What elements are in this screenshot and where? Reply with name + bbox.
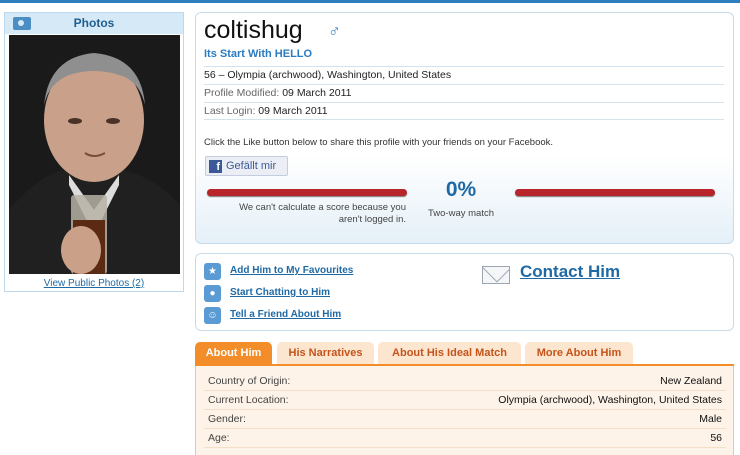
contact-him-link[interactable]: Contact Him bbox=[520, 262, 620, 282]
tab-ideal-match[interactable]: About His Ideal Match bbox=[378, 342, 521, 364]
tell-friend-link[interactable]: Tell a Friend About Him bbox=[230, 309, 341, 320]
chat-bubble-icon: ● bbox=[204, 285, 221, 302]
no-score-message: We can't calculate a score because you a… bbox=[239, 202, 406, 225]
profile-summary-row: 56 – Olympia (archwood), Washington, Uni… bbox=[204, 66, 724, 84]
people-icon: ☺ bbox=[204, 307, 221, 324]
detail-key: Country of Origin: bbox=[208, 375, 291, 387]
facebook-share-text: Click the Like button below to share thi… bbox=[204, 137, 554, 148]
top-border bbox=[0, 0, 740, 3]
detail-key: Gender: bbox=[208, 413, 246, 425]
username: coltishug bbox=[204, 16, 303, 44]
profile-photo-image bbox=[9, 35, 180, 274]
detail-key: Current Location: bbox=[208, 394, 289, 406]
profile-modified-label: Profile Modified: bbox=[204, 87, 280, 99]
about-him-details: Country of Origin: New Zealand Current L… bbox=[195, 366, 734, 455]
profile-tagline: Its Start With HELLO bbox=[204, 48, 313, 60]
facebook-icon: f bbox=[209, 160, 222, 173]
profile-modified-value: 09 March 2011 bbox=[282, 87, 352, 99]
camera-icon bbox=[13, 17, 31, 30]
like-label: Gefällt mir bbox=[226, 160, 277, 172]
detail-value: 56 bbox=[710, 432, 722, 444]
tab-about-him[interactable]: About Him bbox=[195, 342, 272, 364]
view-public-photos-link[interactable]: View Public Photos (2) bbox=[5, 278, 183, 289]
photos-title: Photos bbox=[73, 16, 115, 30]
two-way-match-label: Two-way match bbox=[428, 208, 494, 219]
match-percentage: 0% bbox=[445, 178, 477, 201]
last-login-row: Last Login: 09 March 2011 bbox=[204, 102, 724, 120]
match-bar-left bbox=[207, 189, 407, 196]
last-login-label: Last Login: bbox=[204, 105, 256, 117]
photos-header: Photos bbox=[5, 13, 183, 34]
detail-value: Olympia (archwood), Washington, United S… bbox=[498, 394, 722, 406]
envelope-icon bbox=[482, 266, 510, 284]
detail-value: Male bbox=[699, 413, 722, 425]
detail-key: Age: bbox=[208, 432, 230, 444]
facebook-like-button[interactable]: f Gefällt mir bbox=[205, 156, 288, 176]
detail-row: Gender: Male bbox=[204, 410, 726, 429]
profile-modified-row: Profile Modified: 09 March 2011 bbox=[204, 84, 724, 102]
detail-row: Age: 56 bbox=[204, 429, 726, 448]
tab-his-narratives[interactable]: His Narratives bbox=[277, 342, 374, 364]
profile-summary: coltishug ♂ Its Start With HELLO 56 – Ol… bbox=[195, 12, 734, 244]
profile-summary-text: 56 – Olympia (archwood), Washington, Uni… bbox=[204, 69, 452, 81]
last-login-value: 09 March 2011 bbox=[258, 105, 328, 117]
start-chat-link[interactable]: Start Chatting to Him bbox=[230, 287, 330, 298]
detail-row: Current Location: Olympia (archwood), Wa… bbox=[204, 391, 726, 410]
tab-more-about-him[interactable]: More About Him bbox=[525, 342, 633, 364]
match-bar-right bbox=[515, 189, 715, 196]
profile-photo[interactable] bbox=[9, 35, 180, 274]
add-favourite-link[interactable]: Add Him to My Favourites bbox=[230, 265, 353, 276]
detail-value: New Zealand bbox=[660, 375, 722, 387]
detail-row: Country of Origin: New Zealand bbox=[204, 372, 726, 391]
photos-panel: Photos View Public Photos (2) bbox=[4, 12, 184, 292]
profile-actions: ★ Add Him to My Favourites ● Start Chatt… bbox=[195, 253, 734, 331]
star-icon: ★ bbox=[204, 263, 221, 280]
male-gender-icon: ♂ bbox=[328, 22, 341, 41]
